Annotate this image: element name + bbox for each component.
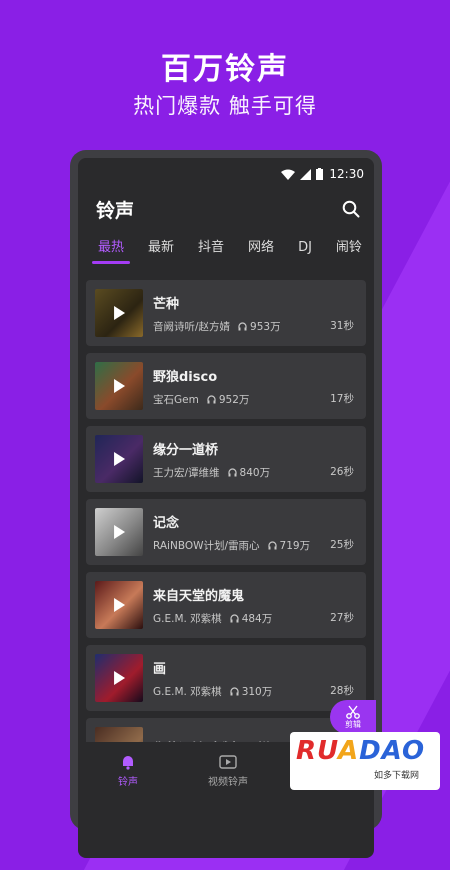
headphones-icon [267, 540, 277, 549]
page-title: 铃声 [96, 199, 135, 222]
tab-new[interactable]: 最新 [136, 228, 186, 268]
promo-title: 百万铃声 [161, 52, 289, 87]
song-list: 芒种 音阙诗听/赵方婧 953万 31秒 野狼disco 宝石Gem 952万 [86, 280, 366, 791]
album-cover[interactable] [95, 289, 143, 337]
song-artist: 音阙诗听/赵方婧 [153, 320, 231, 333]
tab-dj[interactable]: DJ [286, 228, 324, 268]
album-cover[interactable] [95, 581, 143, 629]
song-artist: G.E.M. 邓紫棋 [153, 685, 222, 698]
wifi-icon [281, 169, 296, 180]
nav-video-label: 视频铃声 [208, 777, 248, 788]
tab-alarm[interactable]: 闹铃 [324, 228, 374, 268]
song-title: 野狼disco [153, 369, 218, 385]
tab-bar: 最热 最新 抖音 网络 DJ 闹铃 [78, 228, 374, 268]
song-duration: 28秒 [330, 685, 354, 697]
edit-button[interactable]: 剪辑 [330, 700, 376, 734]
album-cover[interactable] [95, 654, 143, 702]
status-bar: 12:30 [78, 158, 374, 190]
song-artist: 宝石Gem [153, 393, 199, 406]
play-icon [114, 671, 126, 685]
song-artist: RAiNBOW计划/雷雨心 [153, 539, 260, 552]
search-icon[interactable] [342, 200, 360, 218]
song-duration: 17秒 [330, 393, 354, 405]
song-title: 芒种 [153, 296, 180, 312]
play-icon [114, 452, 126, 466]
site-watermark: RUADAO 如多下载网 [290, 732, 440, 790]
list-item[interactable]: 记念 RAiNBOW计划/雷雨心 719万 25秒 [86, 499, 366, 565]
play-count: 840万 [239, 466, 271, 479]
play-icon [114, 306, 126, 320]
status-time: 12:30 [329, 167, 364, 181]
watermark-tagline: 如多下载网 [374, 771, 420, 781]
album-cover[interactable] [95, 362, 143, 410]
headphones-icon [238, 321, 247, 330]
scissors-icon [346, 705, 360, 719]
play-count: 952万 [218, 393, 250, 406]
song-title: 来自天堂的魔鬼 [153, 588, 245, 604]
song-title: 画 [153, 661, 167, 677]
tab-hot[interactable]: 最热 [86, 228, 136, 268]
song-artist: G.E.M. 邓紫棋 [153, 612, 222, 625]
list-item[interactable]: 野狼disco 宝石Gem 952万 17秒 [86, 353, 366, 419]
battery-icon [316, 168, 324, 180]
play-count: 953万 [250, 320, 281, 333]
album-cover[interactable] [95, 435, 143, 483]
video-icon [219, 755, 237, 769]
song-duration: 26秒 [330, 466, 354, 478]
headphones-icon [207, 394, 216, 403]
song-artist: 王力宏/谭维维 [153, 466, 220, 479]
headphones-icon [230, 686, 239, 695]
list-item[interactable]: 芒种 音阙诗听/赵方婧 953万 31秒 [86, 280, 366, 346]
album-cover[interactable] [95, 508, 143, 556]
tab-network[interactable]: 网络 [236, 228, 286, 268]
list-item[interactable]: 来自天堂的魔鬼 G.E.M. 邓紫棋 484万 27秒 [86, 572, 366, 638]
song-title: 记念 [153, 515, 180, 531]
promo-subtitle: 热门爆款 触手可得 [133, 94, 317, 118]
play-count: 484万 [241, 612, 273, 625]
list-item[interactable]: 缘分一道桥 王力宏/谭维维 840万 26秒 [86, 426, 366, 492]
signal-icon [300, 168, 312, 180]
tab-douyin[interactable]: 抖音 [186, 228, 236, 268]
play-icon [114, 598, 126, 612]
edit-label: 剪辑 [345, 719, 361, 729]
song-duration: 27秒 [330, 612, 354, 624]
list-item[interactable]: 画 G.E.M. 邓紫棋 310万 28秒 [86, 645, 366, 711]
song-duration: 31秒 [330, 320, 354, 332]
nav-ringtone-label: 铃声 [118, 777, 138, 788]
nav-video-ringtone[interactable]: 视频铃声 [178, 754, 278, 788]
watermark-logo: RUADAO [296, 736, 426, 766]
play-count: 310万 [241, 685, 273, 698]
bell-icon [123, 756, 133, 770]
headphones-icon [230, 613, 239, 622]
song-title: 缘分一道桥 [153, 442, 219, 458]
headphones-icon [227, 467, 237, 476]
play-icon [114, 379, 126, 393]
nav-ringtone[interactable]: 铃声 [78, 754, 178, 788]
play-count: 719万 [279, 539, 311, 552]
play-icon [114, 525, 126, 539]
app-bar: 铃声 [78, 190, 374, 228]
song-duration: 25秒 [330, 539, 354, 551]
